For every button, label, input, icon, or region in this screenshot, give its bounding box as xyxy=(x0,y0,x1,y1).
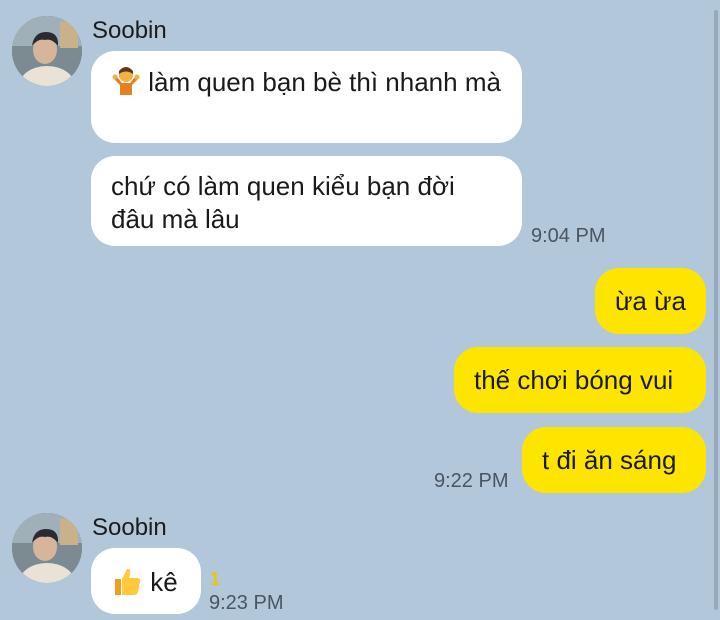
profile-photo-icon xyxy=(12,513,82,583)
message-timestamp: 9:04 PM xyxy=(531,225,606,247)
scrollbar[interactable] xyxy=(714,10,718,610)
message-timestamp: 9:23 PM xyxy=(209,592,284,614)
profile-photo-icon xyxy=(12,16,82,86)
message-timestamp: 9:22 PM xyxy=(434,470,509,492)
sender-name: Soobin xyxy=(92,17,167,44)
message-bubble[interactable]: t đi ăn sáng xyxy=(522,427,706,493)
message-text: làm quen bạn bè thì nhanh mà xyxy=(148,67,501,97)
shrug-emoji-icon xyxy=(111,65,141,99)
sender-avatar[interactable] xyxy=(12,513,82,583)
message-bubble[interactable]: làm quen bạn bè thì nhanh mà xyxy=(91,51,522,143)
message-text: thế chơi bóng vui xyxy=(474,365,674,395)
message-text: ừa ừa xyxy=(615,286,686,316)
message-text: chứ có làm quen kiểu bạn đời đâu mà lâu xyxy=(111,171,455,234)
unread-count: 1 xyxy=(210,569,221,589)
sender-name: Soobin xyxy=(92,514,167,541)
message-text: t đi ăn sáng xyxy=(542,445,677,475)
message-bubble[interactable]: thế chơi bóng vui xyxy=(454,347,706,413)
sender-avatar[interactable] xyxy=(12,16,82,86)
message-bubble[interactable]: ừa ừa xyxy=(595,268,706,334)
message-bubble[interactable]: kê xyxy=(91,548,201,614)
message-text: kê xyxy=(150,567,178,597)
message-bubble[interactable]: chứ có làm quen kiểu bạn đời đâu mà lâu xyxy=(91,156,522,246)
thumbs-up-emoji-icon xyxy=(111,565,143,599)
